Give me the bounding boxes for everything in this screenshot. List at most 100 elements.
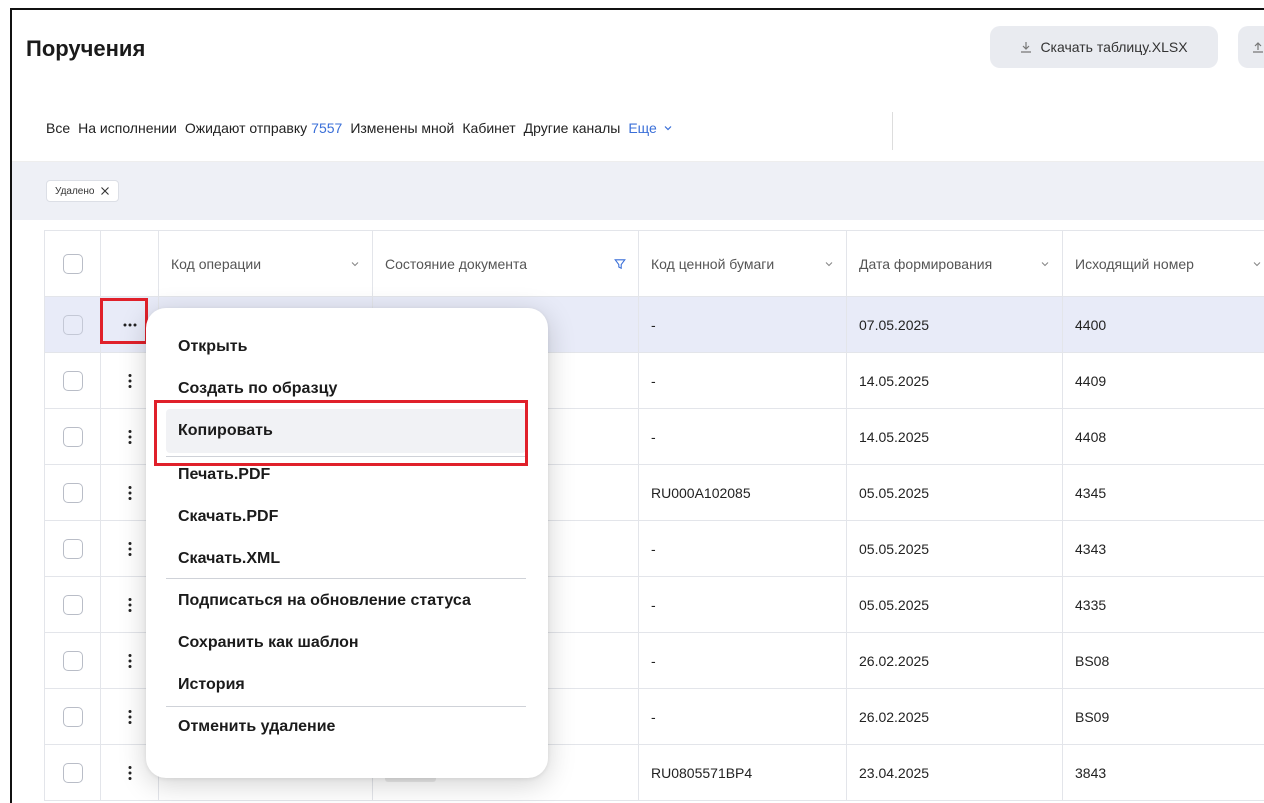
filter-chip-label: Удалено [55, 185, 95, 197]
menu-separator [166, 456, 526, 457]
tab-cabinet[interactable]: Кабинет [462, 120, 515, 136]
row-select-cell [44, 576, 101, 633]
filter-icon[interactable] [614, 258, 626, 270]
row-select-cell [44, 352, 101, 409]
filter-chip-deleted[interactable]: Удалено [46, 180, 120, 202]
row-checkbox[interactable] [62, 370, 83, 391]
cell-security-code: - [638, 576, 847, 633]
close-icon[interactable] [100, 186, 110, 196]
row-select-cell [44, 688, 101, 745]
row-checkbox[interactable] [62, 314, 83, 335]
cell-date: 26.02.2025 [846, 632, 1063, 689]
tab-all[interactable]: Все [46, 120, 70, 136]
menu-separator [166, 706, 526, 707]
tab-other-channels[interactable]: Другие каналы [524, 120, 621, 136]
chevron-down-icon[interactable] [350, 259, 360, 269]
menu-item-create-from-template[interactable]: Создать по образцу [178, 380, 337, 398]
upload-button[interactable] [1238, 26, 1264, 68]
tab-label: Изменены мной [350, 120, 455, 136]
row-select-cell [44, 464, 101, 521]
cell-date: 05.05.2025 [846, 464, 1063, 521]
column-header-security-code[interactable]: Код ценной бумаги [638, 230, 847, 297]
chevron-down-icon[interactable] [1252, 259, 1262, 269]
upload-icon [1253, 42, 1263, 53]
status-tabs: Все На исполнении Ожидают отправку 7557 И… [46, 120, 673, 136]
tab-label: Кабинет [462, 120, 516, 136]
column-header-date[interactable]: Дата формирования [846, 230, 1063, 297]
tab-more[interactable]: Еще [628, 120, 673, 136]
chevron-down-icon[interactable] [1040, 259, 1050, 269]
row-select-cell [44, 296, 101, 353]
row-checkbox[interactable] [62, 426, 83, 447]
select-all-checkbox[interactable] [62, 253, 83, 274]
row-checkbox[interactable] [62, 482, 83, 503]
cell-date: 23.04.2025 [846, 744, 1063, 801]
cell-outgoing-number: 4409 [1062, 352, 1264, 409]
cell-security-code: - [638, 632, 847, 689]
tab-awaiting-send[interactable]: Ожидают отправку 7557 [185, 120, 342, 136]
menu-item-download-pdf[interactable]: Скачать.PDF [178, 508, 278, 526]
cell-outgoing-number: 4343 [1062, 520, 1264, 577]
cell-date: 05.05.2025 [846, 520, 1063, 577]
cell-date: 14.05.2025 [846, 408, 1063, 465]
filter-bar: Удалено [12, 162, 1264, 220]
row-checkbox[interactable] [62, 650, 83, 671]
column-header-doc-state[interactable]: Состояние документа [372, 230, 639, 297]
menu-item-print-pdf[interactable]: Печать.PDF [178, 466, 270, 484]
column-header-label: Исходящий номер [1075, 255, 1194, 272]
tab-label: Другие каналы [523, 120, 621, 136]
chevron-down-icon[interactable] [824, 259, 834, 269]
chevron-down-icon [664, 126, 672, 131]
row-checkbox[interactable] [62, 762, 83, 783]
tab-label: Все [46, 120, 71, 136]
download-xlsx-button[interactable]: Скачать таблицу.XLSX [990, 26, 1218, 68]
app-frame: Поручения Скачать таблицу.XLSX Все На ис… [10, 8, 1264, 803]
column-header-label: Код операции [171, 255, 262, 272]
tab-count: 7557 [311, 120, 343, 136]
column-header-label: Дата формирования [859, 255, 993, 272]
row-checkbox[interactable] [62, 538, 83, 559]
column-header-op-code[interactable]: Код операции [158, 230, 373, 297]
cell-security-code: - [638, 520, 847, 577]
cell-outgoing-number: 3843 [1062, 744, 1264, 801]
page-header: Поручения Скачать таблицу.XLSX [12, 10, 1264, 102]
cell-date: 07.05.2025 [846, 296, 1063, 353]
tab-label: На исполнении [78, 120, 177, 136]
row-select-cell [44, 520, 101, 577]
row-select-cell [44, 744, 101, 801]
row-checkbox[interactable] [62, 706, 83, 727]
cell-outgoing-number: BS09 [1062, 688, 1264, 745]
tab-more-label: Еще [628, 120, 657, 136]
menu-item-history[interactable]: История [178, 676, 245, 694]
menu-item-restore[interactable]: Отменить удаление [178, 718, 335, 736]
cell-date: 14.05.2025 [846, 352, 1063, 409]
menu-item-copy[interactable]: Копировать [178, 422, 273, 440]
menu-item-save-as-template[interactable]: Сохранить как шаблон [178, 634, 359, 652]
cell-security-code: RU0805571BP4 [638, 744, 847, 801]
cell-security-code: - [638, 688, 847, 745]
row-select-cell [44, 408, 101, 465]
page-title: Поручения [26, 36, 146, 61]
column-header-label: Состояние документа [385, 255, 528, 272]
select-all-cell [44, 230, 101, 297]
menu-separator [166, 578, 526, 579]
tab-in-progress[interactable]: На исполнении [78, 120, 177, 136]
row-checkbox[interactable] [62, 594, 83, 615]
menu-item-download-xml[interactable]: Скачать.XML [178, 550, 280, 568]
row-select-cell [44, 632, 101, 689]
column-header-outgoing-number[interactable]: Исходящий номер [1062, 230, 1264, 297]
divider [892, 112, 893, 150]
cell-outgoing-number: 4345 [1062, 464, 1264, 521]
menu-item-open[interactable]: Открыть [178, 338, 247, 356]
menu-item-subscribe-status[interactable]: Подписаться на обновление статуса [178, 592, 471, 610]
table-header-row: Код операции Состояние документа Код цен… [44, 230, 1264, 297]
cell-outgoing-number: 4408 [1062, 408, 1264, 465]
download-icon [1021, 42, 1032, 53]
tab-changed-by-me[interactable]: Изменены мной [350, 120, 454, 136]
cell-date: 26.02.2025 [846, 688, 1063, 745]
cell-date: 05.05.2025 [846, 576, 1063, 633]
cell-outgoing-number: BS08 [1062, 632, 1264, 689]
tabs-bar: Все На исполнении Ожидают отправку 7557 И… [12, 102, 1264, 162]
download-xlsx-label: Скачать таблицу.XLSX [1040, 39, 1188, 55]
cell-outgoing-number: 4335 [1062, 576, 1264, 633]
